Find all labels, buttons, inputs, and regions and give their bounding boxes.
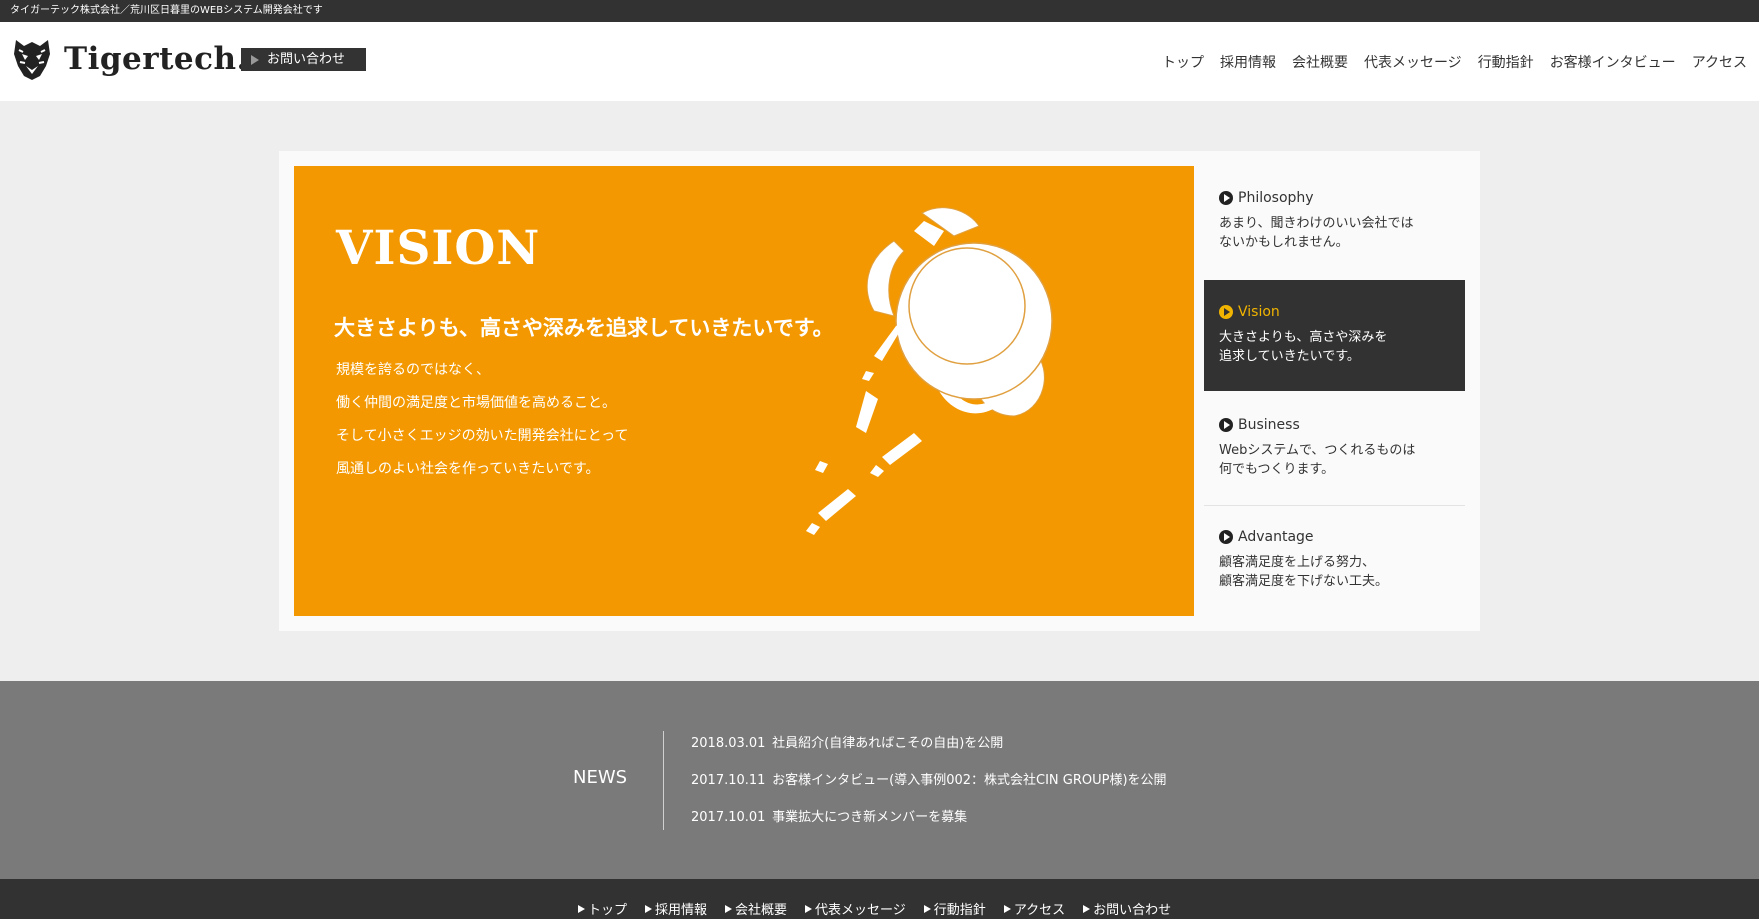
nav-item-message[interactable]: 代表メッセージ <box>1364 52 1462 72</box>
side-item-desc-line: 追求していきたいです。 <box>1219 349 1360 364</box>
main-content-panel: VISION 大きさよりも、高さや深みを追求していきたいです。 規模を誇るのでは… <box>279 151 1480 631</box>
hero-body-line: 風通しのよい社会を作っていきたいです。 <box>336 461 600 477</box>
header-contact-label: お問い合わせ <box>267 52 346 67</box>
top-info-bar: タイガーテック株式会社／荒川区日暮里のWEBシステム開発会社です <box>0 0 1759 22</box>
side-item-desc-line: Webシステムで、つくれるものは <box>1219 443 1416 458</box>
side-item-desc-line: 大きさよりも、高さや深みを <box>1219 330 1388 345</box>
hero-body-line: 働く仲間の満足度と市場価値を高めること。 <box>336 395 616 411</box>
site-logo[interactable]: Tigertech. <box>10 36 248 82</box>
play-circle-icon <box>1219 418 1233 432</box>
news-text: 事業拡大につき新メンバーを募集 <box>772 810 968 825</box>
side-item-business[interactable]: Business Webシステムで、つくれるものは 何でもつくります。 <box>1204 393 1465 504</box>
side-item-desc: Webシステムで、つくれるものは 何でもつくります。 <box>1219 441 1465 479</box>
side-menu: Philosophy あまり、聞きわけのいい会社では ないかもしれません。 Vi… <box>1204 166 1465 616</box>
footer-nav-message[interactable]: 代表メッセージ <box>805 899 906 918</box>
side-item-title: Vision <box>1238 304 1280 320</box>
top-info-text: タイガーテック株式会社／荒川区日暮里のWEBシステム開発会社です <box>10 5 323 16</box>
play-circle-icon <box>1219 530 1233 544</box>
person-topview-illustration <box>806 207 1053 535</box>
side-item-title: Business <box>1238 417 1300 433</box>
global-nav: トップ 採用情報 会社概要 代表メッセージ 行動指針 お客様インタビュー アクセ… <box>1162 52 1747 72</box>
news-date: 2017.10.01 <box>691 810 766 825</box>
news-text: 社員紹介(自律あればこその自由)を公開 <box>772 736 1004 751</box>
news-date: 2018.03.01 <box>691 736 766 751</box>
side-item-desc-line: 顧客満足度を下げない工夫。 <box>1219 574 1389 589</box>
side-item-philosophy[interactable]: Philosophy あまり、聞きわけのいい会社では ないかもしれません。 <box>1204 166 1465 277</box>
side-item-desc: 大きさよりも、高さや深みを 追求していきたいです。 <box>1219 328 1465 366</box>
tiger-logo-icon <box>14 40 50 80</box>
news-text: お客様インタビュー(導入事例002：株式会社CIN GROUP様)を公開 <box>772 773 1167 788</box>
side-item-title: Advantage <box>1238 529 1314 545</box>
news-item[interactable]: 2017.10.01 事業拡大につき新メンバーを募集 <box>691 809 1167 846</box>
hero-title: VISION <box>336 221 541 276</box>
side-item-advantage[interactable]: Advantage 顧客満足度を上げる努力、 顧客満足度を下げない工夫。 <box>1204 505 1465 616</box>
nav-item-company[interactable]: 会社概要 <box>1292 52 1348 72</box>
side-item-desc: 顧客満足度を上げる努力、 顧客満足度を下げない工夫。 <box>1219 553 1465 591</box>
news-item[interactable]: 2018.03.01 社員紹介(自律あればこその自由)を公開 <box>691 735 1167 772</box>
side-item-desc-line: 顧客満足度を上げる努力、 <box>1219 555 1376 570</box>
news-item[interactable]: 2017.10.11 お客様インタビュー(導入事例002：株式会社CIN GRO… <box>691 772 1167 809</box>
vision-hero: VISION 大きさよりも、高さや深みを追求していきたいです。 規模を誇るのでは… <box>294 166 1194 616</box>
news-date: 2017.10.11 <box>691 773 766 788</box>
nav-item-access[interactable]: アクセス <box>1692 52 1747 72</box>
play-circle-icon <box>1219 305 1233 319</box>
news-heading: NEWS <box>573 767 628 788</box>
news-list: 2018.03.01 社員紹介(自律あればこその自由)を公開 2017.10.1… <box>691 735 1167 846</box>
side-item-desc-line: あまり、聞きわけのいい会社では <box>1219 216 1414 231</box>
side-item-head: Vision <box>1219 304 1465 320</box>
news-divider <box>663 731 664 830</box>
side-item-desc: あまり、聞きわけのいい会社では ないかもしれません。 <box>1219 214 1465 252</box>
footer-nav-access[interactable]: アクセス <box>1004 899 1065 918</box>
hero-subtitle: 大きさよりも、高さや深みを追求していきたいです。 <box>334 316 834 340</box>
hero-body: 規模を誇るのではなく、 働く仲間の満足度と市場価値を高めること。 そして小さくエ… <box>336 360 628 492</box>
header-contact-button[interactable]: お問い合わせ <box>241 48 366 71</box>
site-header: Tigertech. お問い合わせ トップ 採用情報 会社概要 代表メッセージ … <box>0 22 1759 101</box>
hero-body-line: そして小さくエッジの効いた開発会社にとって <box>336 428 629 444</box>
footer-nav-top[interactable]: トップ <box>578 899 627 918</box>
nav-item-top[interactable]: トップ <box>1162 52 1204 72</box>
side-item-head: Advantage <box>1219 529 1465 545</box>
side-item-desc-line: ないかもしれません。 <box>1219 235 1349 250</box>
play-arrow-icon <box>251 54 259 65</box>
footer-nav-contact[interactable]: お問い合わせ <box>1083 899 1171 918</box>
side-item-head: Philosophy <box>1219 190 1465 206</box>
footer-nav: トップ 採用情報 会社概要 代表メッセージ 行動指針 アクセス お問い合わせ <box>578 899 1171 918</box>
nav-item-recruit[interactable]: 採用情報 <box>1220 52 1276 72</box>
play-circle-icon <box>1219 191 1233 205</box>
nav-item-policy[interactable]: 行動指針 <box>1478 52 1534 72</box>
news-section: NEWS 2018.03.01 社員紹介(自律あればこその自由)を公開 2017… <box>0 681 1759 879</box>
site-footer: トップ 採用情報 会社概要 代表メッセージ 行動指針 アクセス お問い合わせ <box>0 879 1759 919</box>
side-item-head: Business <box>1219 417 1465 433</box>
side-item-title: Philosophy <box>1238 190 1314 206</box>
side-item-desc-line: 何でもつくります。 <box>1219 462 1335 477</box>
footer-nav-policy[interactable]: 行動指針 <box>924 899 986 918</box>
nav-item-interview[interactable]: お客様インタビュー <box>1550 52 1676 72</box>
hero-body-line: 規模を誇るのではなく、 <box>336 362 490 378</box>
footer-nav-company[interactable]: 会社概要 <box>725 899 787 918</box>
side-item-vision[interactable]: Vision 大きさよりも、高さや深みを 追求していきたいです。 <box>1204 280 1465 391</box>
footer-nav-recruit[interactable]: 採用情報 <box>645 899 707 918</box>
logo-text: Tigertech. <box>64 41 248 77</box>
